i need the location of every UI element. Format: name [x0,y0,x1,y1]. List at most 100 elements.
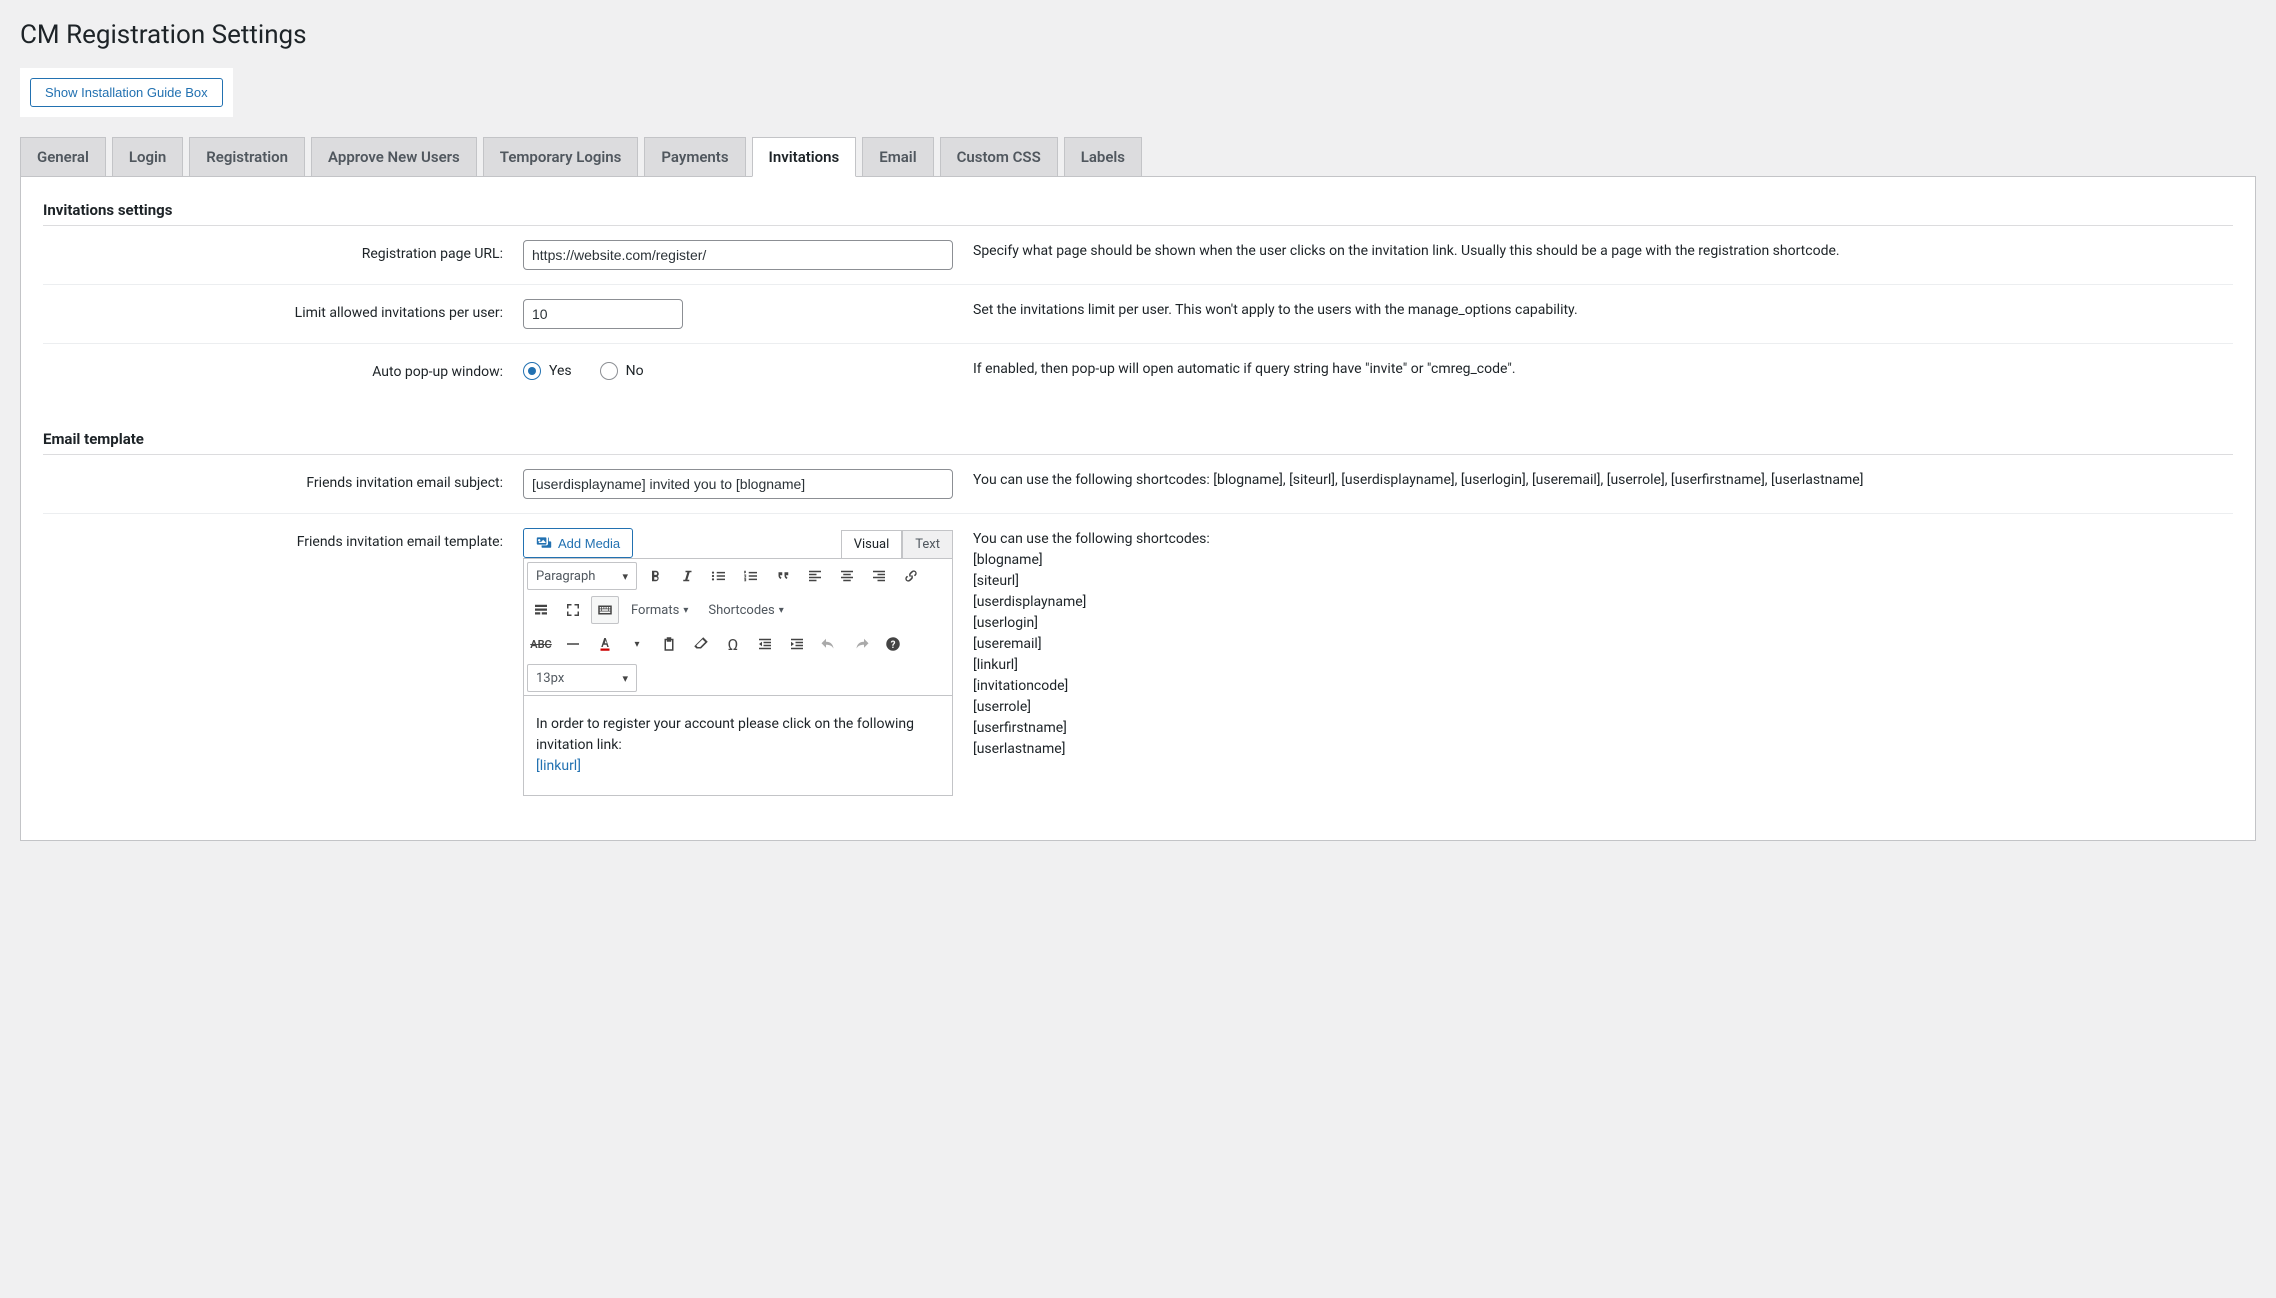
shortcode-list: [blogname][siteurl][userdisplayname][use… [973,550,2233,760]
hr-icon [564,635,582,653]
outdent-button[interactable] [751,630,779,658]
align-center-button[interactable] [833,562,861,590]
textcolor-chevron-button[interactable]: ▾ [623,630,651,658]
paste-button[interactable] [655,630,683,658]
tab-temporary-logins[interactable]: Temporary Logins [483,137,639,177]
hr-button[interactable] [559,630,587,658]
row-auto-popup: Auto pop-up window: Yes No If enabled, t… [43,344,2233,394]
tab-registration[interactable]: Registration [189,137,305,177]
media-icon [536,535,552,551]
formats-dropdown[interactable]: Formats▾ [623,596,696,624]
indent-button[interactable] [783,630,811,658]
undo-icon [820,635,838,653]
label-registration-url: Registration page URL: [43,240,503,262]
shortcode-item: [userlogin] [973,613,2233,634]
shortcode-item: [blogname] [973,550,2233,571]
help-email-subject: You can use the following shortcodes: [b… [973,469,2233,491]
popup-yes-label: Yes [549,363,572,379]
editor-text-line: In order to register your account please… [536,714,940,756]
popup-radio-no[interactable]: No [600,362,644,380]
editor-tab-text[interactable]: Text [902,530,953,558]
limit-invitations-input[interactable] [523,299,683,329]
bold-button[interactable] [641,562,669,590]
radio-checked-icon [523,362,541,380]
strikethrough-icon: ABC [530,638,552,651]
format-select[interactable]: Paragraph [527,562,637,590]
label-limit-invitations: Limit allowed invitations per user: [43,299,503,321]
editor-content[interactable]: In order to register your account please… [523,696,953,796]
fullscreen-button[interactable] [559,596,587,624]
bullet-list-button[interactable] [705,562,733,590]
tab-general[interactable]: General [20,137,106,177]
chevron-down-icon: ▾ [779,605,784,616]
settings-panel: Invitations settings Registration page U… [20,176,2256,841]
toolbar-toggle-button[interactable] [591,596,619,624]
clear-format-button[interactable] [687,630,715,658]
tab-login[interactable]: Login [112,137,183,177]
tab-email[interactable]: Email [862,137,933,177]
row-email-template: Friends invitation email template: Add M… [43,514,2233,810]
fullscreen-icon [564,601,582,619]
link-icon [902,567,920,585]
align-left-button[interactable] [801,562,829,590]
bullet-list-icon [710,567,728,585]
strikethrough-button[interactable]: ABC [527,630,555,658]
shortcode-item: [userdisplayname] [973,592,2233,613]
align-left-icon [806,567,824,585]
redo-icon [852,635,870,653]
help-email-template: You can use the following shortcodes: [b… [973,528,2233,760]
tab-labels[interactable]: Labels [1064,137,1142,177]
email-subject-input[interactable] [523,469,953,499]
page-title: CM Registration Settings [20,20,2256,50]
settings-tabs: General Login Registration Approve New U… [20,137,2256,177]
registration-url-input[interactable] [523,240,953,270]
insert-row-icon [532,601,550,619]
undo-button[interactable] [815,630,843,658]
editor-tab-visual[interactable]: Visual [841,530,903,558]
chevron-down-icon: ▾ [683,605,688,616]
tab-payments[interactable]: Payments [644,137,745,177]
align-center-icon [838,567,856,585]
insert-row-button[interactable] [527,596,555,624]
number-list-button[interactable] [737,562,765,590]
redo-button[interactable] [847,630,875,658]
textcolor-button[interactable] [591,630,619,658]
tab-invitations[interactable]: Invitations [752,137,857,177]
add-media-button[interactable]: Add Media [523,528,633,558]
quote-button[interactable] [769,562,797,590]
help-registration-url: Specify what page should be shown when t… [973,240,2233,262]
help-auto-popup: If enabled, then pop-up will open automa… [973,358,2233,380]
tab-approve-new-users[interactable]: Approve New Users [311,137,477,177]
section-invitations-title: Invitations settings [43,201,2233,226]
radio-unchecked-icon [600,362,618,380]
help-button[interactable]: ? [879,630,907,658]
popup-radio-yes[interactable]: Yes [523,362,572,380]
guide-box: Show Installation Guide Box [20,68,233,117]
shortcode-item: [invitationcode] [973,676,2233,697]
editor-link[interactable]: [linkurl] [536,758,581,774]
shortcode-item: [linkurl] [973,655,2233,676]
shortcodes-dropdown[interactable]: Shortcodes ▾ [700,596,791,624]
shortcodes-label: Shortcodes [708,603,774,618]
shortcode-item: [userrole] [973,697,2233,718]
add-media-label: Add Media [558,536,620,551]
shortcode-item: [siteurl] [973,571,2233,592]
shortcode-item: [userlastname] [973,739,2233,760]
italic-button[interactable] [673,562,701,590]
row-limit-invitations: Limit allowed invitations per user: Set … [43,285,2233,344]
outdent-icon [756,635,774,653]
fontsize-select[interactable]: 13px [527,664,637,692]
help-template-head: You can use the following shortcodes: [973,530,2233,550]
clipboard-icon [660,635,678,653]
keyboard-icon [596,601,614,619]
link-button[interactable] [897,562,925,590]
indent-icon [788,635,806,653]
show-guide-button[interactable]: Show Installation Guide Box [30,78,223,107]
popup-no-label: No [626,363,644,379]
shortcode-item: [userfirstname] [973,718,2233,739]
row-email-subject: Friends invitation email subject: You ca… [43,455,2233,514]
eraser-icon [692,635,710,653]
align-right-button[interactable] [865,562,893,590]
tab-custom-css[interactable]: Custom CSS [940,137,1058,177]
specialchar-button[interactable]: Ω [719,630,747,658]
